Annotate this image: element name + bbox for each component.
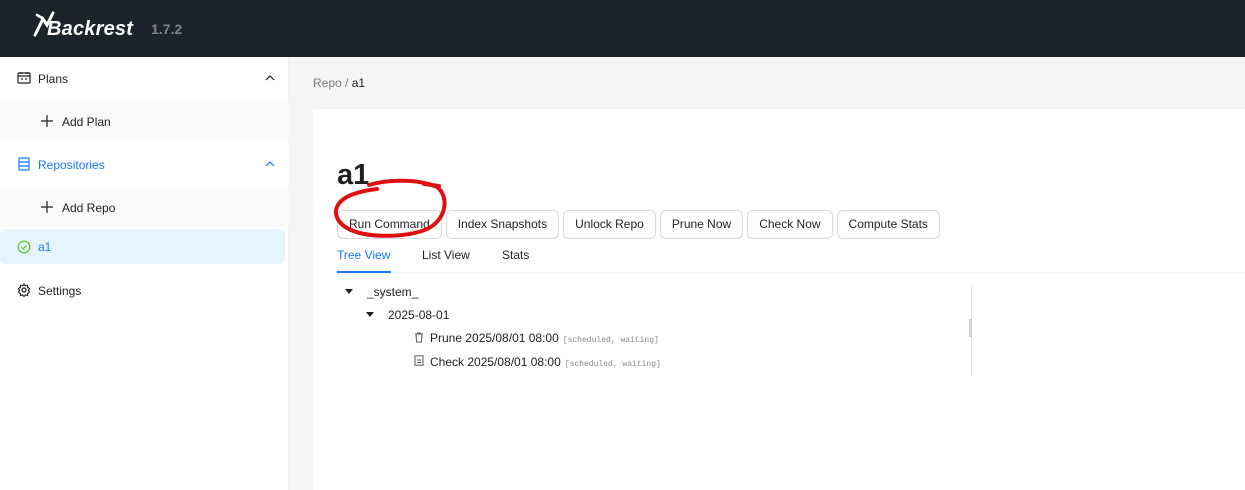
sidebar-item-plans[interactable]: Plans <box>0 58 289 98</box>
prune-now-button[interactable]: Prune Now <box>659 210 744 239</box>
tree-node-date[interactable]: 2025-08-01 <box>388 308 449 322</box>
sidebar-item-label: a1 <box>38 240 52 254</box>
sidebar-item-repositories[interactable]: Repositories <box>0 144 289 184</box>
repo-card: a1 Run Command Index Snapshots Unlock Re… <box>313 109 1245 490</box>
gear-icon <box>17 283 31 297</box>
index-snapshots-button[interactable]: Index Snapshots <box>445 210 560 239</box>
tree-node-prune[interactable]: Prune 2025/08/01 08:00 [scheduled, waitin… <box>430 331 659 345</box>
chevron-up-icon <box>265 75 275 81</box>
breadcrumb: Repo / a1 <box>313 76 365 90</box>
tree-node-system[interactable]: _system_ <box>367 285 418 299</box>
tab-stats[interactable]: Stats <box>502 248 529 262</box>
active-tab-indicator <box>337 271 391 273</box>
sidebar: Plans Add Plan Repositories Add Repo a1 … <box>0 57 289 490</box>
main-content: Repo / a1 a1 Run Command Index Snapshots… <box>290 57 1245 490</box>
check-now-button[interactable]: Check Now <box>747 210 833 239</box>
operation-label: Prune 2025/08/01 08:00 <box>430 331 559 345</box>
operation-label: Check 2025/08/01 08:00 <box>430 355 561 369</box>
sidebar-item-settings[interactable]: Settings <box>0 270 289 310</box>
plus-icon <box>41 115 53 127</box>
database-icon <box>18 157 30 171</box>
unlock-repo-button[interactable]: Unlock Repo <box>563 210 656 239</box>
sidebar-item-add-plan[interactable]: Add Plan <box>0 101 289 141</box>
caret-down-icon[interactable] <box>345 289 353 294</box>
delete-icon <box>415 332 423 343</box>
caret-down-icon[interactable] <box>366 312 374 317</box>
tab-list-view[interactable]: List View <box>422 248 470 262</box>
resize-handle[interactable] <box>969 319 972 337</box>
operation-status: [scheduled, waiting] <box>562 336 659 345</box>
breadcrumb-separator: / <box>345 76 349 90</box>
breadcrumb-current: a1 <box>351 76 366 90</box>
chevron-up-icon <box>265 161 275 167</box>
sidebar-item-label: Plans <box>38 72 69 86</box>
schedule-icon <box>17 72 31 84</box>
compute-stats-button[interactable]: Compute Stats <box>836 210 940 239</box>
sidebar-item-repo-a1[interactable]: a1 <box>0 229 285 264</box>
tab-tree-view[interactable]: Tree View <box>337 248 390 262</box>
check-circle-icon <box>17 240 31 254</box>
app-header: Backrest 1.7.2 <box>0 0 1245 57</box>
sidebar-item-label: Repositories <box>38 158 105 172</box>
sidebar-item-label: Add Plan <box>62 115 111 129</box>
red-circle-annotation <box>333 178 447 238</box>
breadcrumb-root[interactable]: Repo <box>313 76 342 90</box>
sidebar-item-add-repo[interactable]: Add Repo <box>0 187 289 227</box>
view-tabs: Tree View List View Stats <box>337 248 1245 273</box>
operation-tree: _system_ 2025-08-01 Prune 2025/08/01 08:… <box>337 281 977 377</box>
plus-icon <box>41 201 53 213</box>
check-document-icon <box>414 355 424 366</box>
tree-node-check[interactable]: Check 2025/08/01 08:00 [scheduled, waitin… <box>430 355 661 369</box>
sidebar-item-label: Settings <box>38 284 82 298</box>
app-version: 1.7.2 <box>151 21 183 37</box>
operation-status: [scheduled, waiting] <box>564 360 661 369</box>
sidebar-item-label: Add Repo <box>62 201 116 215</box>
app-name: Backrest <box>47 18 134 40</box>
